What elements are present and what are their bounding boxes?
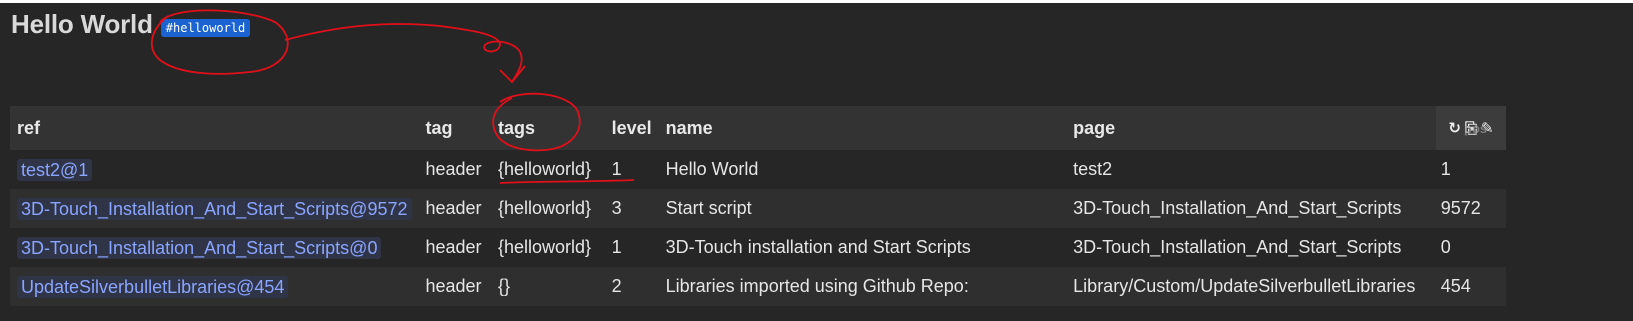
name-cell: Hello World	[658, 150, 1067, 189]
refresh-icon[interactable]: ↻	[1448, 119, 1461, 137]
level-cell: 2	[604, 267, 659, 306]
pos-cell: 9572	[1433, 189, 1506, 228]
query-results-table: ref tag tags level name page pos ↻ ⎘ ✎ t	[10, 106, 1506, 306]
page-cell: test2	[1066, 150, 1434, 189]
column-header-name: name	[658, 106, 1067, 150]
tags-cell: {helloworld}	[490, 189, 605, 228]
tag-cell: header	[418, 228, 491, 267]
tag-cell: header	[418, 189, 491, 228]
tag-cell: header	[418, 150, 491, 189]
level-cell: 1	[604, 228, 659, 267]
tags-cell: {}	[490, 267, 605, 306]
name-cell: Libraries imported using Github Repo:	[658, 267, 1067, 306]
page-cell: 3D-Touch_Installation_And_Start_Scripts	[1066, 189, 1434, 228]
pos-cell: 1	[1433, 150, 1506, 189]
ref-link[interactable]: 3D-Touch_Installation_And_Start_Scripts@…	[17, 236, 382, 259]
table-header-row: ref tag tags level name page pos ↻ ⎘ ✎	[10, 106, 1506, 150]
level-cell: 1	[604, 150, 659, 189]
query-result-page: Hello World #helloworld ref tag tags lev…	[0, 3, 1633, 321]
column-header-tag: tag	[418, 106, 491, 150]
tags-cell: {helloworld}	[490, 228, 605, 267]
hashtag-badge[interactable]: #helloworld	[160, 18, 251, 37]
pos-cell: 454	[1433, 267, 1506, 306]
table-toolbar: pos ↻ ⎘ ✎	[1436, 106, 1506, 150]
pos-cell: 0	[1433, 228, 1506, 267]
column-header-page: page	[1066, 106, 1434, 150]
table-row: UpdateSilverbulletLibraries@454 header {…	[10, 267, 1506, 306]
page-cell: Library/Custom/UpdateSilverbulletLibrari…	[1066, 267, 1434, 306]
column-header-ref: ref	[10, 106, 419, 150]
tags-cell: {helloworld}	[490, 150, 605, 189]
tag-cell: header	[418, 267, 491, 306]
page-cell: 3D-Touch_Installation_And_Start_Scripts	[1066, 228, 1434, 267]
pos-header-label: pos	[1464, 121, 1488, 136]
column-header-pos: pos ↻ ⎘ ✎	[1433, 106, 1506, 150]
table-row: 3D-Touch_Installation_And_Start_Scripts@…	[10, 189, 1506, 228]
page-heading: Hello World #helloworld	[11, 9, 251, 40]
ref-link[interactable]: 3D-Touch_Installation_And_Start_Scripts@…	[17, 197, 412, 220]
column-header-level: level	[604, 106, 659, 150]
ref-link[interactable]: UpdateSilverbulletLibraries@454	[17, 275, 289, 298]
column-header-tags: tags	[490, 106, 605, 150]
page-title: Hello World	[11, 9, 153, 39]
name-cell: 3D-Touch installation and Start Scripts	[658, 228, 1067, 267]
name-cell: Start script	[658, 189, 1067, 228]
table-row: test2@1 header {helloworld} 1 Hello Worl…	[10, 150, 1506, 189]
level-cell: 3	[604, 189, 659, 228]
table-row: 3D-Touch_Installation_And_Start_Scripts@…	[10, 228, 1506, 267]
ref-link[interactable]: test2@1	[17, 158, 93, 181]
